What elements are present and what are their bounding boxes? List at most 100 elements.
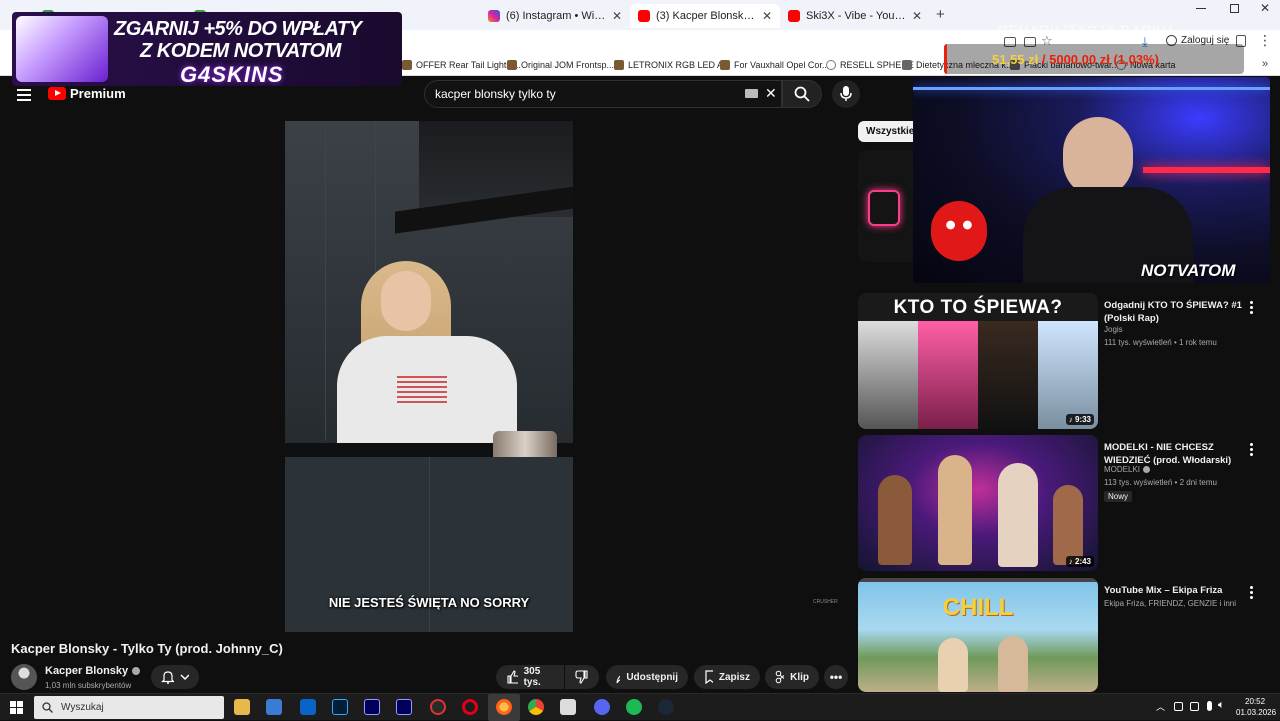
- more-options-icon[interactable]: [1250, 584, 1254, 601]
- hoodie-print: [397, 376, 447, 404]
- thumb-face: [1038, 321, 1098, 429]
- steam-icon[interactable]: [658, 699, 674, 715]
- streamer-face: [1063, 117, 1133, 197]
- keyboard-icon[interactable]: [745, 89, 758, 98]
- donation-goal-title: REHABILITACJA BARKU: [998, 22, 1174, 38]
- tray-icon[interactable]: [1174, 702, 1183, 711]
- file-explorer-icon[interactable]: [234, 699, 250, 715]
- dislike-button[interactable]: [565, 665, 599, 689]
- browser-tab-youtube[interactable]: Ski3X - Vibe - YouTube ✕: [780, 4, 930, 28]
- donation-goal-text: 51,55 zł / 5000,00 zł (1,03%): [992, 52, 1159, 67]
- bookmark-item[interactable]: Original JOM Frontsp...: [507, 60, 614, 70]
- thumb-person: [998, 636, 1028, 692]
- taskbar-search[interactable]: Wyszukaj: [34, 696, 224, 719]
- browser-tab-active[interactable]: (3) Kacper Blonsky - Tylko Ty (p ✕: [630, 4, 780, 28]
- globe-icon: [826, 60, 836, 70]
- close-tab-icon[interactable]: ✕: [612, 9, 622, 23]
- clip-button[interactable]: Klip: [765, 665, 819, 689]
- subscriber-count: 1,03 mln subskrybentów: [45, 681, 132, 690]
- photoshop-icon[interactable]: [332, 699, 348, 715]
- recommendation-channel: MODELKI: [1104, 465, 1151, 474]
- heart-neon-icon: [868, 190, 900, 226]
- recommendation-item[interactable]: ♪ 2:43 MODELKI - NIE CHCESZ WIEDZIEĆ (pr…: [858, 435, 1268, 575]
- stack-edge: [858, 578, 1098, 582]
- recommendation-meta: 111 tys. wyświetleń • 1 rok temu: [1104, 338, 1217, 347]
- menu-icon[interactable]: ⋮: [1258, 32, 1272, 49]
- bookmark-icon: [902, 60, 912, 70]
- more-options-icon[interactable]: [1250, 441, 1254, 458]
- promo-banner: ZGARNIJ +5% DO WPŁATY Z KODEM NOTVATOM G…: [12, 12, 402, 86]
- app-icon[interactable]: [430, 699, 446, 715]
- voice-search-button[interactable]: [832, 80, 860, 108]
- bookmark-icon: [402, 60, 412, 70]
- chevron-up-icon[interactable]: ︿: [1156, 700, 1165, 713]
- spotify-icon[interactable]: [626, 699, 642, 715]
- store-icon[interactable]: [266, 699, 282, 715]
- scissors-icon: [775, 670, 785, 684]
- youtube-icon: [788, 10, 800, 22]
- save-button[interactable]: Zapisz: [694, 665, 760, 689]
- bookmark-icon: [507, 60, 517, 70]
- close-window-button[interactable]: ✕: [1260, 1, 1270, 15]
- tray-icon[interactable]: [1190, 702, 1199, 711]
- taskbar: Wyszukaj ︿ 🔈︎ 20:52 01.03.2026: [0, 693, 1280, 721]
- close-tab-icon[interactable]: ✕: [762, 9, 772, 23]
- menu-icon[interactable]: [17, 86, 31, 104]
- channel-avatar[interactable]: [11, 664, 37, 690]
- chrome-icon[interactable]: [528, 699, 544, 715]
- browser-tab-instagram[interactable]: (6) Instagram • Wiadomości ✕: [480, 4, 630, 28]
- bookmark-icon: [720, 60, 730, 70]
- youtube-icon: [638, 10, 650, 22]
- webcam-overlay: NOTVATOM: [913, 77, 1270, 283]
- search-icon: [794, 86, 810, 102]
- clear-search-icon[interactable]: ✕: [765, 85, 777, 102]
- bookmark-item[interactable]: For Vauxhall Opel Cor...: [720, 60, 829, 70]
- after-effects-icon[interactable]: [396, 699, 412, 715]
- video-player[interactable]: NIE JESTEŚ ŚWIĘTA NO SORRY: [285, 121, 573, 632]
- maximize-button[interactable]: [1230, 4, 1239, 13]
- cabinet-line: [325, 121, 326, 441]
- recommendation-item[interactable]: KTO TO ŚPIEWA? ♪ 9:33 Odgadnij KTO TO ŚP…: [858, 293, 1268, 433]
- video-thumbnail[interactable]: CHILL: [858, 578, 1098, 692]
- search-icon: [42, 702, 53, 713]
- bookmark-item[interactable]: RESELL SPHERE: [826, 60, 914, 70]
- new-tab-button[interactable]: +: [936, 6, 945, 23]
- more-options-icon[interactable]: [1250, 299, 1254, 316]
- bookmark-icon: [614, 60, 624, 70]
- partial-thumbnail[interactable]: [858, 150, 918, 262]
- opera-icon[interactable]: [462, 699, 478, 715]
- discord-icon[interactable]: [594, 699, 610, 715]
- minimize-button[interactable]: [1196, 8, 1206, 9]
- recommendation-channel: Jogis: [1104, 325, 1123, 334]
- video-thumbnail[interactable]: ♪ 2:43: [858, 435, 1098, 571]
- thumb-face: [978, 321, 1038, 429]
- recommendation-item[interactable]: CHILL YouTube Mix – Ekipa Friza Ekipa Fr…: [858, 578, 1268, 692]
- bookmark-item[interactable]: LETRONIX RGB LED A...: [614, 60, 731, 70]
- search-button[interactable]: [782, 80, 822, 108]
- video-title: Kacper Blonsky - Tylko Ty (prod. Johnny_…: [11, 641, 283, 656]
- app-icon[interactable]: [560, 699, 576, 715]
- video-thumbnail[interactable]: KTO TO ŚPIEWA? ♪ 9:33: [858, 293, 1098, 429]
- more-actions-button[interactable]: •••: [824, 665, 848, 689]
- channel-name[interactable]: Kacper Blonsky: [45, 665, 141, 677]
- more-bookmarks-icon[interactable]: »: [1262, 58, 1268, 70]
- subscribe-bell-button[interactable]: [151, 665, 199, 689]
- clock-time[interactable]: 20:52: [1245, 697, 1265, 706]
- close-tab-icon[interactable]: ✕: [912, 9, 922, 23]
- outlook-icon[interactable]: [300, 699, 316, 715]
- microphone-icon[interactable]: [1207, 701, 1212, 711]
- premiere-icon[interactable]: [364, 699, 380, 715]
- bookmark-item[interactable]: OFFER Rear Tail Lights ...: [402, 60, 521, 70]
- windows-start-icon[interactable]: [10, 701, 23, 714]
- thumb-person: [938, 455, 972, 565]
- new-badge: Nowy: [1104, 491, 1133, 502]
- search-input[interactable]: kacper blonsky tylko ty ✕: [424, 80, 782, 108]
- verified-icon: [1143, 466, 1151, 473]
- clock-date[interactable]: 01.03.2026: [1236, 708, 1276, 717]
- firefox-icon[interactable]: [496, 699, 512, 715]
- youtube-logo[interactable]: Premium: [48, 86, 126, 101]
- volume-icon[interactable]: 🔈︎: [1218, 699, 1225, 712]
- share-button[interactable]: Udostępnij: [606, 665, 688, 689]
- panther-logo: [16, 16, 108, 82]
- like-button[interactable]: 305 tys.: [496, 665, 564, 689]
